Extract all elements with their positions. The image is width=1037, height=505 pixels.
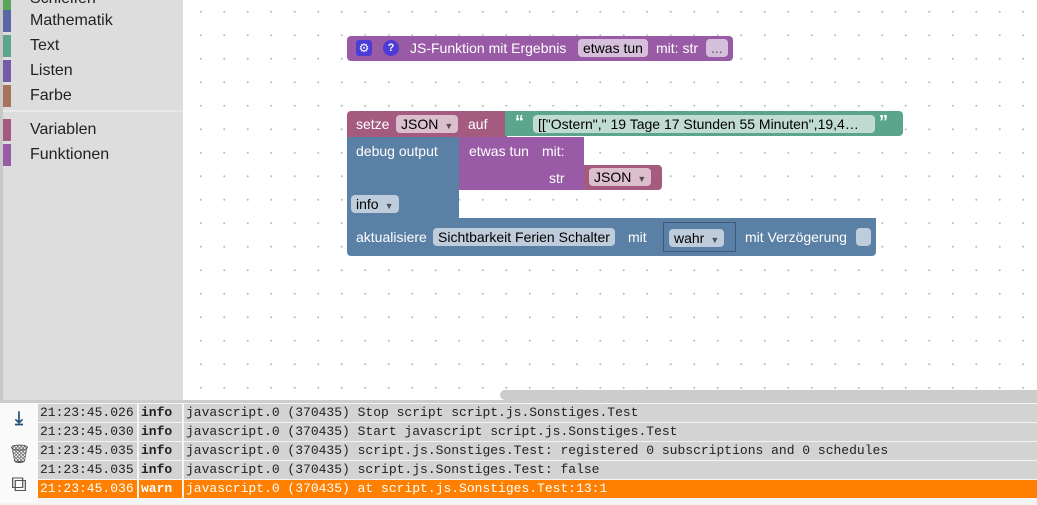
help-icon[interactable]: ? xyxy=(383,40,399,56)
boolean-value: wahr xyxy=(674,230,705,246)
variable-name: JSON xyxy=(401,116,439,132)
log-message: javascript.0 (370435) script.js.Sonstige… xyxy=(184,442,1037,460)
log-level: info xyxy=(139,423,182,441)
category-color xyxy=(3,144,11,166)
separator xyxy=(3,110,183,112)
set-variable-block[interactable]: setze JSON ▼ auf xyxy=(347,111,507,138)
dropdown-arrow-icon: ▼ xyxy=(384,201,394,211)
log-level-dropdown[interactable]: info ▼ xyxy=(351,195,399,213)
category-funktionen[interactable]: Funktionen xyxy=(3,144,183,166)
copy-icon[interactable]: ⧉ xyxy=(8,473,30,495)
dropdown-arrow-icon: ▼ xyxy=(710,235,720,245)
variable-name: JSON xyxy=(594,169,632,185)
log-time: 21:23:45.030 xyxy=(38,423,137,441)
delay-label: mit Verzögerung xyxy=(745,229,847,245)
log-row: 21:23:45.030 info javascript.0 (370435) St… xyxy=(38,423,1037,441)
category-schleifen[interactable]: Schleifen xyxy=(3,0,183,10)
gear-icon[interactable]: ⚙ xyxy=(356,40,372,56)
update-label: aktualisiere xyxy=(356,229,427,245)
to-label: auf xyxy=(468,116,488,132)
log-message: javascript.0 (370435) at script.js.Sonst… xyxy=(184,480,1037,498)
category-text[interactable]: Text xyxy=(3,35,183,57)
horizontal-scrollbar[interactable] xyxy=(500,390,1037,400)
dropdown-arrow-icon: ▼ xyxy=(637,174,647,184)
js-function-block[interactable]: ⚙ ? JS-Funktion mit Ergebnis etwas tun m… xyxy=(347,36,733,61)
toolbox: Schleifen Mathematik Text Listen Farbe V… xyxy=(0,0,183,400)
category-color xyxy=(3,60,11,82)
category-variablen[interactable]: Variablen xyxy=(3,119,183,141)
log-row-warn: 21:23:45.036 warn javascript.0 (370435) at… xyxy=(38,480,1037,498)
text-block[interactable]: “ [["Ostern"," 19 Tage 17 Stunden 55 Min… xyxy=(505,111,903,136)
log-level: info xyxy=(139,461,182,479)
log-row: 21:23:45.035 info javascript.0 (370435) sc… xyxy=(38,442,1037,460)
debug-output-block[interactable]: debug output info ▼ xyxy=(347,137,459,219)
category-mathematik[interactable]: Mathematik xyxy=(3,10,183,32)
category-color xyxy=(3,10,11,32)
log-row: 21:23:45.035 info javascript.0 (370435) sc… xyxy=(38,461,1037,479)
call-name: etwas tun xyxy=(469,143,529,159)
log-level: warn xyxy=(139,480,182,498)
more-params-field[interactable]: ... xyxy=(706,39,728,57)
log-panel: ⤓ 🗑 ⧉ 21:23:45.026 info javascript.0 (3704… xyxy=(0,400,1037,505)
text-value-field[interactable]: [["Ostern"," 19 Tage 17 Stunden 55 Minut… xyxy=(533,115,875,133)
block-title: JS-Funktion mit Ergebnis xyxy=(410,40,567,56)
log-message: javascript.0 (370435) script.js.Sonstige… xyxy=(184,461,1037,479)
log-time: 21:23:45.026 xyxy=(38,404,137,422)
category-color xyxy=(3,0,11,10)
log-time: 21:23:45.035 xyxy=(38,442,137,460)
variable-get-block[interactable]: JSON ▼ xyxy=(584,165,662,190)
call-with-label: mit: xyxy=(542,143,565,159)
log-message: javascript.0 (370435) Stop script script… xyxy=(184,404,1037,422)
log-time: 21:23:45.036 xyxy=(38,480,137,498)
scroll-down-icon[interactable]: ⤓ xyxy=(8,407,30,429)
category-color xyxy=(3,35,11,57)
variable-dropdown[interactable]: JSON ▼ xyxy=(396,115,459,133)
boolean-dropdown[interactable]: wahr ▼ xyxy=(669,229,725,247)
log-message: javascript.0 (370435) Start javascript s… xyxy=(184,423,1037,441)
boolean-block[interactable]: wahr ▼ xyxy=(663,222,736,252)
variable-dropdown[interactable]: JSON ▼ xyxy=(589,168,652,186)
function-call-block[interactable]: etwas tun mit: str xyxy=(459,137,584,190)
open-quote-icon: “ xyxy=(515,112,524,132)
dropdown-arrow-icon: ▼ xyxy=(444,121,454,131)
category-color xyxy=(3,119,11,141)
with-label: mit xyxy=(628,229,647,245)
log-level: info xyxy=(139,404,182,422)
function-name-field[interactable]: etwas tun xyxy=(578,39,648,57)
close-quote-icon: ” xyxy=(879,112,888,132)
log-row: 21:23:45.026 info javascript.0 (370435) St… xyxy=(38,404,1037,422)
log-toolbar: ⤓ 🗑 ⧉ xyxy=(0,403,38,503)
delay-checkbox[interactable] xyxy=(856,228,871,246)
log-level: info xyxy=(139,442,182,460)
trash-icon[interactable]: 🗑 xyxy=(8,443,31,465)
set-label: setze xyxy=(356,116,390,132)
category-farbe[interactable]: Farbe xyxy=(3,85,183,107)
log-level-value: info xyxy=(356,196,379,212)
category-listen[interactable]: Listen xyxy=(3,60,183,82)
category-color xyxy=(3,85,11,107)
target-field[interactable]: Sichtbarkeit Ferien Schalter xyxy=(433,228,615,246)
debug-label: debug output xyxy=(356,143,438,159)
update-block[interactable]: aktualisiere Sichtbarkeit Ferien Schalte… xyxy=(347,218,876,256)
params-label: mit: str xyxy=(656,40,698,56)
log-time: 21:23:45.035 xyxy=(38,461,137,479)
param-label: str xyxy=(549,170,565,186)
